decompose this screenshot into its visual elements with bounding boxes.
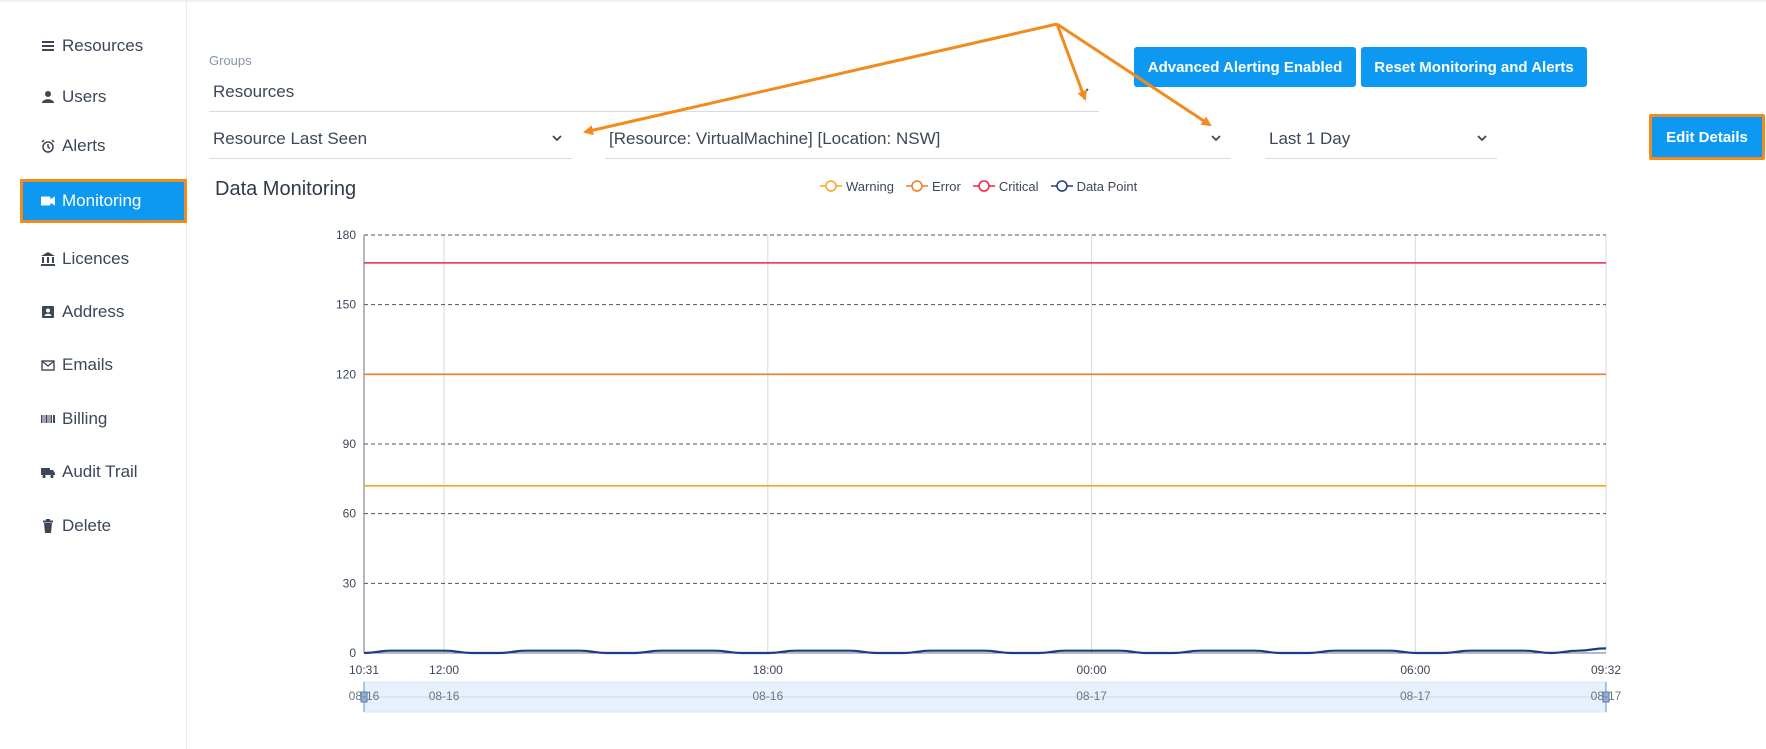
y-tick-label: 90 bbox=[343, 437, 357, 451]
x-tick-label: 06:00 bbox=[1400, 663, 1430, 677]
y-tick-label: 0 bbox=[349, 646, 356, 660]
x-tick-label: 00:00 bbox=[1077, 663, 1107, 677]
x-tick-date-label: 08-17 bbox=[1591, 689, 1622, 703]
y-tick-label: 120 bbox=[336, 367, 356, 381]
x-tick-label: 10:31 bbox=[349, 663, 379, 677]
y-tick-label: 30 bbox=[343, 576, 357, 590]
x-tick-date-label: 08-17 bbox=[1076, 689, 1107, 703]
y-tick-label: 60 bbox=[343, 507, 357, 521]
x-tick-date-label: 08-16 bbox=[429, 689, 460, 703]
x-tick-date-label: 08-16 bbox=[349, 689, 380, 703]
x-tick-date-label: 08-16 bbox=[752, 689, 783, 703]
x-tick-label: 09:32 bbox=[1591, 663, 1621, 677]
x-tick-label: 12:00 bbox=[429, 663, 459, 677]
monitoring-chart: 0 30 60 90 120 150 180 10:31 12:00 18:00 00:00 06:0… bbox=[336, 228, 1622, 713]
x-tick-date-label: 08-17 bbox=[1400, 689, 1431, 703]
series-line-data-point bbox=[363, 647, 1607, 655]
y-tick-label: 150 bbox=[336, 298, 356, 312]
x-tick-label: 18:00 bbox=[753, 663, 783, 677]
y-tick-label: 180 bbox=[336, 228, 356, 242]
